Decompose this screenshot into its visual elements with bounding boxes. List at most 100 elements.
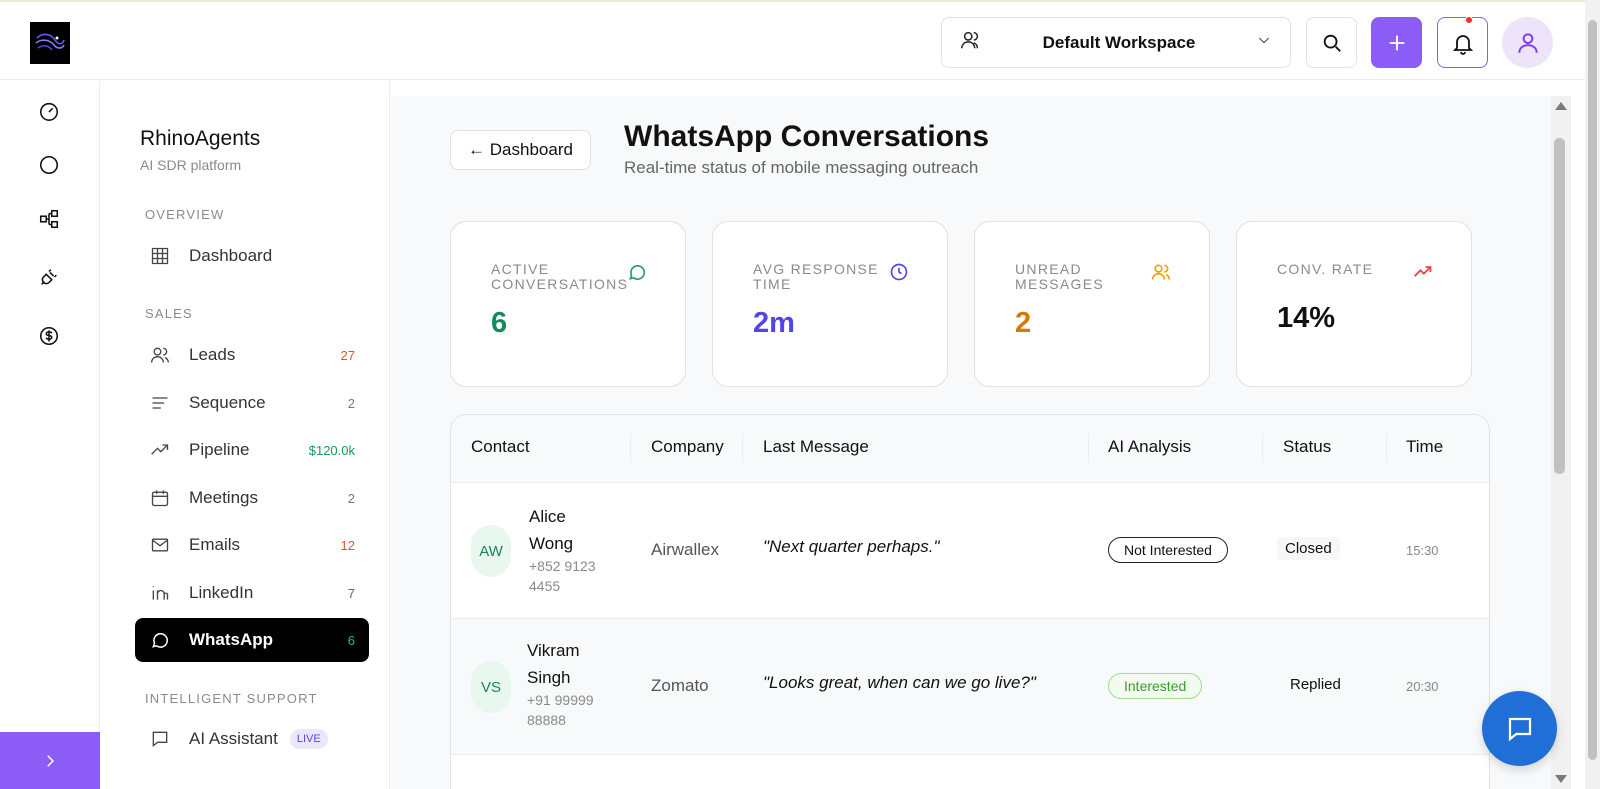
column-divider — [1088, 433, 1089, 463]
bell-icon — [1452, 34, 1473, 55]
scroll-up-arrow-icon[interactable] — [1555, 102, 1567, 110]
sidebar-item-meetings[interactable]: Meetings 2 — [135, 476, 369, 520]
kpi-card-conv-rate: CONV. RATE 14% — [1236, 221, 1472, 387]
users-icon — [149, 344, 171, 366]
whatsapp-count: 6 — [347, 632, 355, 648]
workflow-icon[interactable] — [36, 206, 62, 232]
main-content: ← Dashboard WhatsApp Conversations Real-… — [391, 96, 1551, 789]
column-header-time[interactable]: Time — [1406, 437, 1443, 457]
sidebar-item-ai-assistant[interactable]: AI Assistant LIVE — [135, 717, 369, 761]
sidebar-item-label: Emails — [189, 535, 241, 554]
last-message: "Next quarter perhaps." — [763, 537, 940, 556]
workspace-selector[interactable]: Default Workspace — [941, 17, 1291, 68]
chevron-down-icon — [1256, 32, 1272, 53]
scroll-down-arrow-icon[interactable] — [1555, 775, 1567, 783]
column-header-ai-analysis[interactable]: AI Analysis — [1108, 437, 1191, 457]
column-divider — [630, 433, 631, 463]
kpi-value: 14% — [1277, 302, 1336, 334]
notifications-button[interactable] — [1437, 16, 1488, 68]
sidebar-item-pipeline[interactable]: Pipeline $120.0k — [135, 428, 369, 472]
column-divider — [1262, 433, 1263, 463]
message-circle-icon — [149, 629, 171, 651]
clock-icon — [890, 263, 908, 281]
kpi-card-active-conversations: ACTIVE CONVERSATIONS 6 — [450, 221, 686, 387]
contact-avatar: AW — [471, 525, 511, 577]
chat-icon[interactable] — [36, 152, 62, 178]
ai-analysis-badge: Not Interested — [1108, 537, 1228, 563]
section-label-overview: OVERVIEW — [145, 207, 225, 222]
icon-rail — [0, 81, 100, 789]
sidebar-item-leads[interactable]: Leads 27 — [135, 333, 369, 377]
chat-support-button[interactable] — [1482, 691, 1557, 766]
column-header-last-message[interactable]: Last Message — [763, 437, 869, 457]
column-divider — [742, 433, 743, 463]
sidebar-item-label: Pipeline — [189, 440, 250, 459]
sidebar-item-label: AI Assistant — [189, 729, 278, 748]
search-icon — [1323, 34, 1341, 52]
table-row[interactable]: AW Alice Wong +852 9123 4455 Airwallex "… — [451, 483, 1489, 619]
sidebar-item-label: WhatsApp — [189, 630, 274, 649]
expand-sidebar-button[interactable] — [0, 732, 100, 789]
plug-icon[interactable] — [36, 264, 62, 290]
table-row[interactable]: VS Vikram Singh +91 99999 88888 Zomato "… — [451, 619, 1489, 755]
column-header-company[interactable]: Company — [651, 437, 724, 457]
main-scrollbar-thumb[interactable] — [1554, 138, 1565, 474]
page-scrollbar-thumb[interactable] — [1588, 20, 1597, 760]
kpi-label: UNREAD MESSAGES — [1015, 261, 1104, 292]
status-badge: Replied — [1290, 676, 1341, 693]
column-header-status[interactable]: Status — [1283, 437, 1331, 457]
column-header-contact[interactable]: Contact — [471, 437, 530, 457]
company-name: Zomato — [651, 676, 709, 695]
notification-dot — [1465, 16, 1473, 24]
grid-icon — [149, 245, 171, 267]
add-button[interactable] — [1371, 17, 1422, 68]
workspace-label: Default Workspace — [1042, 32, 1196, 52]
trending-up-icon — [1414, 266, 1432, 277]
contact-name: Vikram Singh — [527, 641, 580, 687]
kpi-card-unread-messages: UNREAD MESSAGES 2 — [974, 221, 1210, 387]
user-avatar[interactable] — [1502, 17, 1553, 68]
contact-name: Alice Wong — [529, 507, 574, 553]
emails-count: 12 — [340, 537, 355, 553]
last-message: "Looks great, when can we go live?" — [763, 673, 1036, 692]
workspace-icon — [960, 29, 982, 56]
brand-name: RhinoAgents — [140, 127, 261, 150]
live-badge: LIVE — [289, 729, 328, 749]
message-circle-icon — [628, 264, 646, 280]
gauge-icon[interactable] — [36, 98, 62, 124]
sequence-count: 2 — [347, 395, 355, 411]
sidebar-item-linkedin[interactable]: LinkedIn 7 — [135, 571, 369, 615]
plus-icon — [1389, 35, 1404, 50]
message-time: 20:30 — [1406, 679, 1439, 694]
app-logo[interactable] — [30, 22, 70, 64]
chat-bubble-icon — [1508, 717, 1531, 741]
meetings-count: 2 — [347, 490, 355, 506]
user-icon — [1517, 32, 1538, 53]
calendar-icon — [149, 487, 171, 509]
kpi-value: 2m — [753, 307, 795, 339]
contact-phone: +91 99999 88888 — [527, 692, 594, 728]
sidebar-item-label: Meetings — [189, 488, 258, 507]
conversations-table: Contact Company Last Message AI Analysis… — [450, 414, 1490, 789]
sidebar-item-emails[interactable]: Emails 12 — [135, 523, 369, 567]
trending-up-icon — [149, 439, 171, 461]
back-to-dashboard-button[interactable]: ← Dashboard — [450, 130, 591, 170]
pipeline-value: $120.0k — [308, 442, 355, 458]
sidebar-item-dashboard[interactable]: Dashboard — [135, 234, 369, 278]
sidebar-item-sequence[interactable]: Sequence 2 — [135, 381, 369, 425]
top-bar: Default Workspace — [0, 0, 1600, 80]
ai-analysis-badge: Interested — [1108, 673, 1203, 699]
sidebar-item-label: Sequence — [189, 393, 266, 412]
brand-subtitle: AI SDR platform — [140, 157, 242, 173]
sidebar-item-whatsapp[interactable]: WhatsApp 6 — [135, 618, 369, 662]
chevron-right-icon — [47, 754, 55, 767]
list-icon — [149, 392, 171, 414]
page-title: WhatsApp Conversations — [624, 120, 990, 153]
sidebar-item-label: Leads — [189, 345, 236, 364]
kpi-label: CONV. RATE — [1277, 261, 1374, 277]
sidebar-item-label: Dashboard — [189, 246, 273, 265]
dollar-icon[interactable] — [36, 323, 62, 349]
status-badge: Closed — [1277, 537, 1340, 560]
mail-icon — [149, 534, 171, 556]
search-button[interactable] — [1306, 17, 1357, 68]
